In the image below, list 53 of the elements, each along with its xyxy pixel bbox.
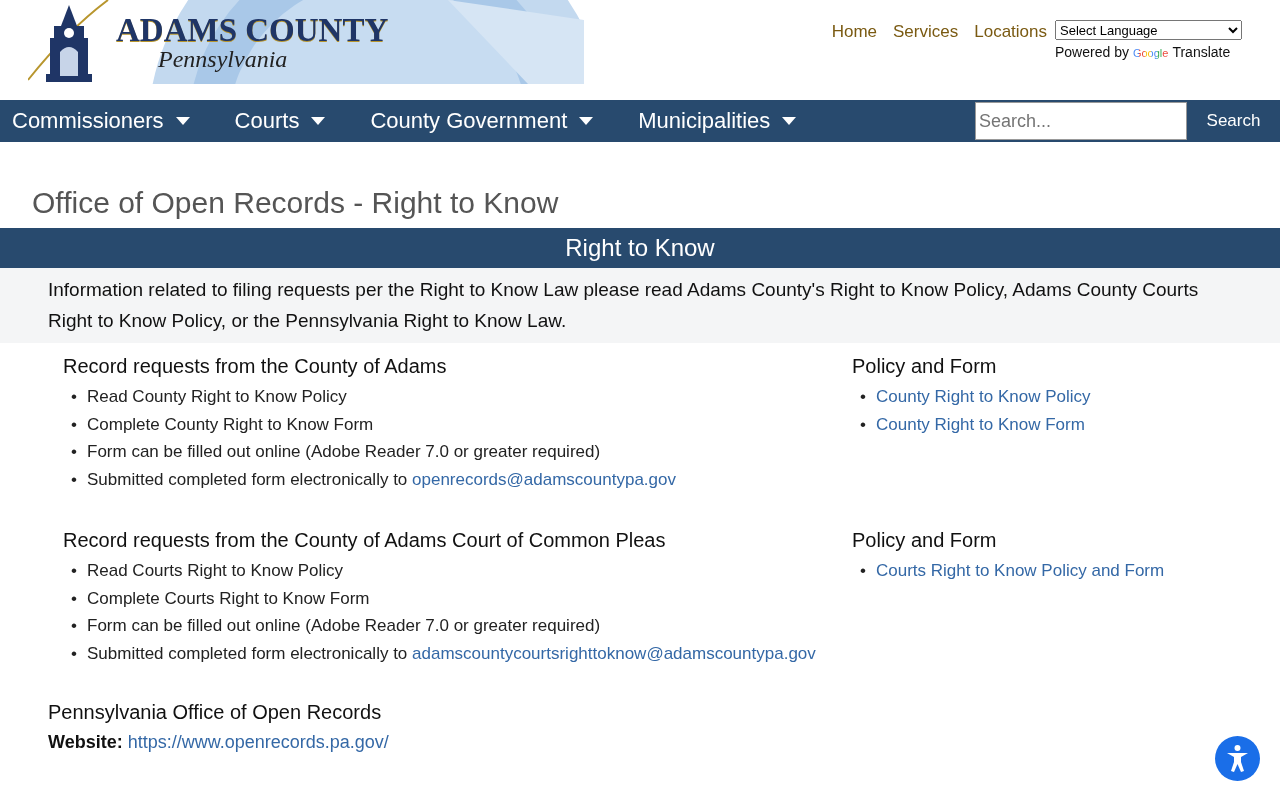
accessibility-icon[interactable]: [1215, 736, 1260, 781]
document-link[interactable]: County Right to Know Form: [876, 410, 1085, 438]
search-field[interactable]: Search...: [975, 102, 1187, 140]
bullet: •: [71, 413, 78, 436]
document-link[interactable]: Courts Right to Know Policy and Form: [876, 557, 1165, 585]
bullet: •: [71, 587, 78, 610]
logo-subtitle: Pennsylvania: [158, 46, 288, 73]
list-item: Form can be filled out online (Adobe Reader 7.0 or greater required): [87, 441, 601, 463]
website-link[interactable]: https://www.openrecords.pa.gov/: [127, 732, 389, 753]
nav-menu[interactable]: Commissioners: [0, 108, 202, 134]
section-banner: Right to Know: [0, 228, 1280, 268]
bullet: •: [860, 560, 867, 582]
email-link[interactable]: openrecords@adamscountypa.gov: [412, 469, 676, 489]
bullet: •: [71, 468, 78, 491]
bullet: •: [71, 386, 78, 408]
bullet: •: [71, 560, 78, 582]
caret-icon: [579, 117, 594, 125]
top-link[interactable]: Services: [893, 22, 959, 100]
caret-icon: [782, 117, 797, 125]
google-logo: Google: [1132, 47, 1169, 59]
nav-menu[interactable]: Municipalities: [626, 108, 809, 134]
list-item: Submitted completed form electronically to openrecords@adamscountypa.gov: [87, 468, 676, 491]
bullet: •: [860, 413, 867, 436]
bullet: •: [71, 615, 78, 637]
email-link[interactable]: adamscountycourtsrighttoknow@adamscountypa.gov: [412, 643, 816, 663]
nav-menu[interactable]: County Government: [358, 108, 606, 134]
powered-by-text: Powered by: [1055, 44, 1129, 60]
document-link[interactable]: County Right to Know Policy: [876, 383, 1091, 411]
logo-title: ADAMS COUNTY: [116, 12, 389, 49]
top-link[interactable]: Locations: [974, 22, 1047, 100]
caret-icon: [175, 117, 190, 125]
bullet: •: [71, 642, 78, 665]
website-label: Website:: [48, 732, 123, 753]
list-item: Complete County Right to Know Form: [87, 413, 374, 436]
caret-icon: [311, 117, 326, 125]
nav-menu[interactable]: Courts: [222, 108, 338, 134]
side-heading: Policy and Form: [852, 529, 998, 552]
list-item: Submitted completed form electronically to adamscountycourtsrighttoknow@adamscountypa.gov: [87, 642, 816, 665]
section-heading: Record requests from the County of Adams Court of Common Pleas: [63, 529, 667, 552]
list-item: Form can be filled out online (Adobe Reader 7.0 or greater required): [87, 615, 601, 637]
list-item: Read County Right to Know Policy: [87, 386, 347, 408]
language-select[interactable]: Select Language: [1055, 20, 1242, 40]
bullet: •: [860, 386, 867, 408]
intro-text: Information related to filing requests per the Right to Know Law please read Adams County's Right to Know Policy, Adams County Courts Right to Know Policy, or the Pennsylvania Right to Know Law.: [0, 268, 1280, 343]
page-title: Office of Open Records - Right to Know: [32, 186, 560, 220]
translate-text: Translate: [1172, 44, 1231, 60]
list-item: Read Courts Right to Know Policy: [87, 560, 344, 582]
section-heading: Record requests from the County of Adams: [63, 355, 448, 378]
contact-heading: Pennsylvania Office of Open Records: [48, 701, 383, 724]
bullet: •: [71, 441, 78, 463]
top-link[interactable]: Home: [831, 22, 878, 100]
list-item: Complete Courts Right to Know Form: [87, 587, 370, 610]
side-heading: Policy and Form: [852, 355, 998, 378]
